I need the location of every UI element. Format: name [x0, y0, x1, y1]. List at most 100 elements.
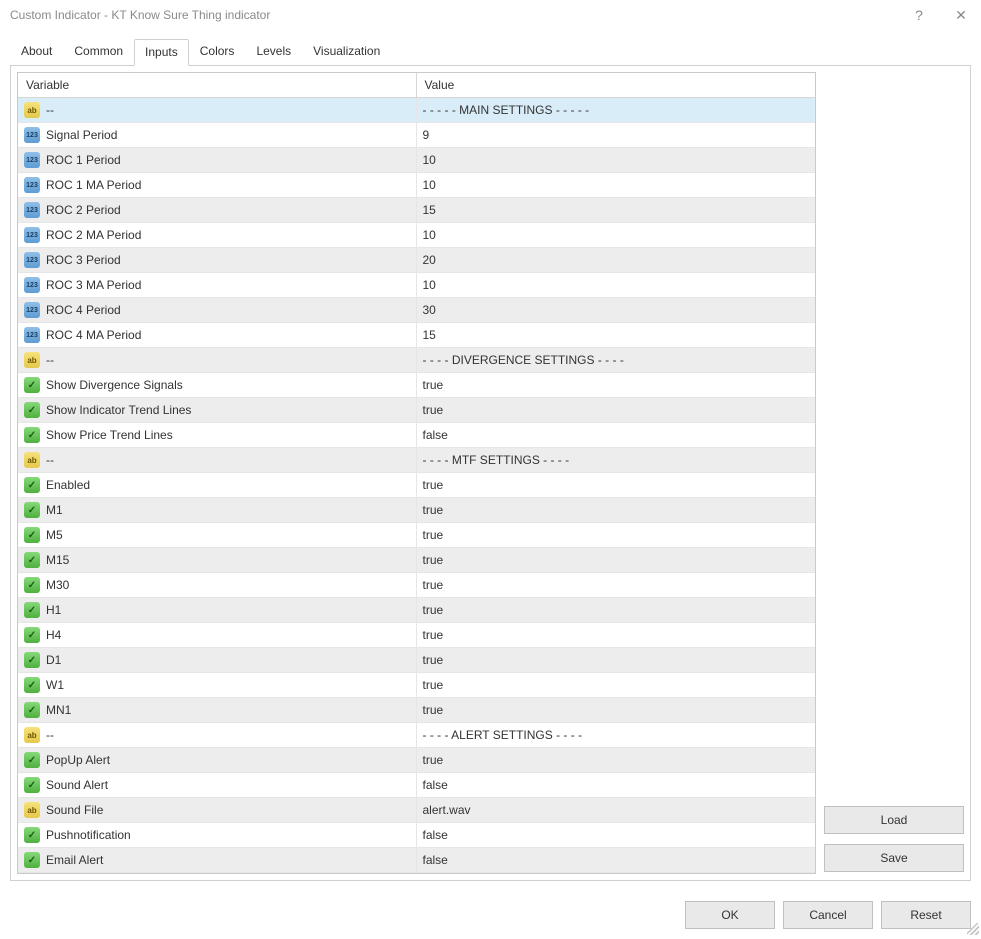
cancel-button[interactable]: Cancel — [783, 901, 873, 929]
save-button[interactable]: Save — [824, 844, 964, 872]
cell-value[interactable]: false — [417, 423, 816, 447]
cell-value[interactable]: true — [417, 598, 816, 622]
cell-value[interactable]: 15 — [417, 323, 816, 347]
table-row[interactable]: ROC 3 MA Period10 — [18, 273, 815, 298]
cell-variable[interactable]: Pushnotification — [18, 823, 417, 847]
load-button[interactable]: Load — [824, 806, 964, 834]
table-row[interactable]: W1true — [18, 673, 815, 698]
close-icon[interactable]: ✕ — [951, 7, 971, 24]
cell-value[interactable]: true — [417, 673, 816, 697]
cell-value[interactable]: true — [417, 548, 816, 572]
table-row[interactable]: Show Indicator Trend Linestrue — [18, 398, 815, 423]
cell-variable[interactable]: -- — [18, 448, 417, 472]
table-row[interactable]: M30true — [18, 573, 815, 598]
cell-value[interactable]: true — [417, 623, 816, 647]
cell-variable[interactable]: H4 — [18, 623, 417, 647]
cell-value[interactable]: 9 — [417, 123, 816, 147]
cell-variable[interactable]: ROC 4 MA Period — [18, 323, 417, 347]
tab-visualization[interactable]: Visualization — [302, 38, 391, 65]
cell-value[interactable]: true — [417, 498, 816, 522]
cell-variable[interactable]: ROC 1 MA Period — [18, 173, 417, 197]
resize-grip-icon[interactable] — [967, 923, 979, 935]
table-row[interactable]: Sound Alertfalse — [18, 773, 815, 798]
cell-value[interactable]: 10 — [417, 148, 816, 172]
column-header-value[interactable]: Value — [417, 73, 816, 97]
cell-value[interactable]: - - - - MTF SETTINGS - - - - — [417, 448, 816, 472]
table-row[interactable]: MN1true — [18, 698, 815, 723]
tab-levels[interactable]: Levels — [245, 38, 302, 65]
cell-value[interactable]: 15 — [417, 198, 816, 222]
cell-value[interactable]: - - - - DIVERGENCE SETTINGS - - - - — [417, 348, 816, 372]
cell-value[interactable]: true — [417, 473, 816, 497]
table-row[interactable]: PopUp Alerttrue — [18, 748, 815, 773]
table-row[interactable]: Enabledtrue — [18, 473, 815, 498]
table-row[interactable]: M5true — [18, 523, 815, 548]
cell-variable[interactable]: ROC 4 Period — [18, 298, 417, 322]
cell-variable[interactable]: Show Price Trend Lines — [18, 423, 417, 447]
cell-variable[interactable]: Show Indicator Trend Lines — [18, 398, 417, 422]
cell-variable[interactable]: H1 — [18, 598, 417, 622]
cell-variable[interactable]: ROC 2 MA Period — [18, 223, 417, 247]
table-row[interactable]: ROC 1 Period10 — [18, 148, 815, 173]
cell-variable[interactable]: MN1 — [18, 698, 417, 722]
cell-variable[interactable]: ROC 3 MA Period — [18, 273, 417, 297]
cell-value[interactable]: true — [417, 398, 816, 422]
tab-about[interactable]: About — [10, 38, 63, 65]
table-row[interactable]: Show Divergence Signalstrue — [18, 373, 815, 398]
table-row[interactable]: M1true — [18, 498, 815, 523]
cell-variable[interactable]: Enabled — [18, 473, 417, 497]
cell-value[interactable]: true — [417, 523, 816, 547]
cell-variable[interactable]: -- — [18, 98, 417, 122]
table-row[interactable]: D1true — [18, 648, 815, 673]
table-row[interactable]: Sound Filealert.wav — [18, 798, 815, 823]
table-row[interactable]: ROC 3 Period20 — [18, 248, 815, 273]
cell-variable[interactable]: M1 — [18, 498, 417, 522]
cell-variable[interactable]: ROC 1 Period — [18, 148, 417, 172]
cell-variable[interactable]: ROC 2 Period — [18, 198, 417, 222]
cell-value[interactable]: true — [417, 373, 816, 397]
table-row[interactable]: Show Price Trend Linesfalse — [18, 423, 815, 448]
tab-inputs[interactable]: Inputs — [134, 39, 189, 66]
cell-value[interactable]: true — [417, 698, 816, 722]
table-row[interactable]: M15true — [18, 548, 815, 573]
cell-variable[interactable]: M15 — [18, 548, 417, 572]
cell-value[interactable]: - - - - - MAIN SETTINGS - - - - - — [417, 98, 816, 122]
cell-variable[interactable]: D1 — [18, 648, 417, 672]
table-row[interactable]: ROC 4 MA Period15 — [18, 323, 815, 348]
cell-value[interactable]: 10 — [417, 173, 816, 197]
table-row[interactable]: ROC 2 Period15 — [18, 198, 815, 223]
cell-value[interactable]: 10 — [417, 223, 816, 247]
table-row[interactable]: ROC 4 Period30 — [18, 298, 815, 323]
cell-value[interactable]: 10 — [417, 273, 816, 297]
cell-value[interactable]: false — [417, 773, 816, 797]
cell-variable[interactable]: Email Alert — [18, 848, 417, 872]
inputs-grid[interactable]: Variable Value --- - - - - MAIN SETTINGS… — [17, 72, 816, 874]
table-row[interactable]: --- - - - MTF SETTINGS - - - - — [18, 448, 815, 473]
cell-value[interactable]: 20 — [417, 248, 816, 272]
column-header-variable[interactable]: Variable — [18, 73, 417, 97]
cell-variable[interactable]: ROC 3 Period — [18, 248, 417, 272]
cell-variable[interactable]: Show Divergence Signals — [18, 373, 417, 397]
cell-value[interactable]: alert.wav — [417, 798, 816, 822]
table-row[interactable]: --- - - - DIVERGENCE SETTINGS - - - - — [18, 348, 815, 373]
cell-variable[interactable]: M5 — [18, 523, 417, 547]
table-row[interactable]: ROC 1 MA Period10 — [18, 173, 815, 198]
cell-value[interactable]: true — [417, 648, 816, 672]
table-row[interactable]: Signal Period9 — [18, 123, 815, 148]
cell-value[interactable]: false — [417, 848, 816, 872]
table-row[interactable]: Pushnotificationfalse — [18, 823, 815, 848]
cell-variable[interactable]: PopUp Alert — [18, 748, 417, 772]
cell-variable[interactable]: Sound Alert — [18, 773, 417, 797]
cell-variable[interactable]: W1 — [18, 673, 417, 697]
table-row[interactable]: H1true — [18, 598, 815, 623]
cell-value[interactable]: true — [417, 748, 816, 772]
table-row[interactable]: --- - - - ALERT SETTINGS - - - - — [18, 723, 815, 748]
help-icon[interactable]: ? — [909, 7, 929, 23]
ok-button[interactable]: OK — [685, 901, 775, 929]
cell-variable[interactable]: -- — [18, 348, 417, 372]
cell-variable[interactable]: M30 — [18, 573, 417, 597]
reset-button[interactable]: Reset — [881, 901, 971, 929]
table-row[interactable]: Email Alertfalse — [18, 848, 815, 873]
tab-common[interactable]: Common — [63, 38, 134, 65]
cell-variable[interactable]: Signal Period — [18, 123, 417, 147]
